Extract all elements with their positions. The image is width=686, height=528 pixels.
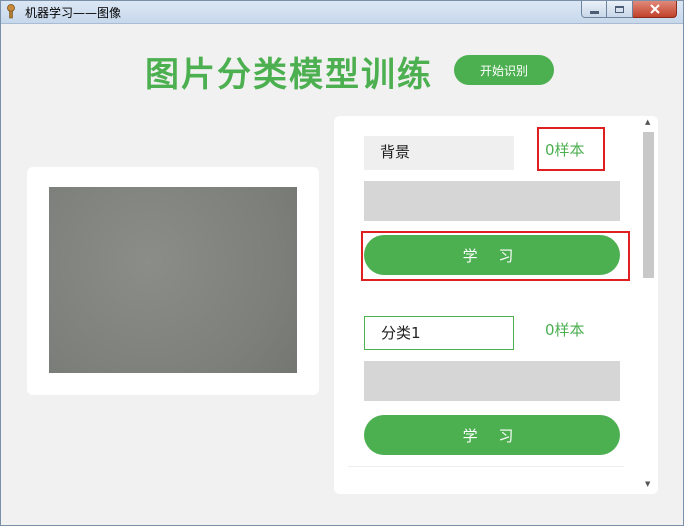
highlight-box — [537, 127, 605, 171]
window-controls — [581, 1, 677, 19]
minimize-icon — [589, 10, 599, 14]
main-content: 图片分类模型训练 开始识别 背景 0样本 学 习 分类1 0样本 学 习 ▲ ▼ — [7, 25, 677, 519]
sample-strip — [364, 181, 620, 221]
highlight-box — [361, 231, 630, 281]
sample-count: 0样本 — [545, 321, 585, 339]
window-title: 机器学习——图像 — [25, 6, 122, 20]
scrollbar[interactable]: ▲ ▼ — [639, 116, 658, 494]
close-icon — [649, 4, 660, 14]
learn-button[interactable]: 学 习 — [364, 415, 620, 455]
preview-card — [27, 167, 319, 395]
title-bar[interactable]: 机器学习——图像 — [1, 1, 683, 24]
start-recognition-button[interactable]: 开始识别 — [454, 55, 554, 85]
class-panel[interactable]: 背景 0样本 学 习 分类1 0样本 学 习 ▲ ▼ — [334, 116, 658, 494]
maximize-button[interactable] — [607, 1, 633, 18]
app-window: 机器学习——图像 图片分类模型训练 开始识别 背景 0样本 学 习 分类1 0样… — [0, 0, 684, 526]
scroll-down-icon[interactable]: ▼ — [645, 480, 650, 488]
maximize-icon — [615, 5, 624, 13]
scroll-thumb[interactable] — [643, 132, 654, 278]
sample-strip — [364, 361, 620, 401]
minimize-button[interactable] — [581, 1, 607, 18]
camera-preview-image — [49, 187, 297, 373]
class-name-input[interactable]: 分类1 — [364, 316, 514, 350]
class-name-field[interactable]: 背景 — [364, 136, 514, 170]
app-icon — [7, 4, 15, 19]
page-title: 图片分类模型训练 — [145, 55, 433, 95]
divider — [348, 466, 624, 467]
scroll-up-icon[interactable]: ▲ — [645, 118, 650, 126]
close-button[interactable] — [633, 1, 677, 18]
